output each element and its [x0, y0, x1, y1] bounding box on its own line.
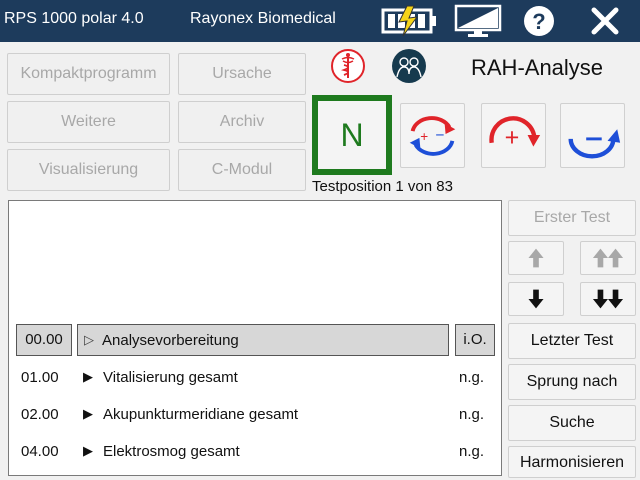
- battery-charging-icon[interactable]: [381, 4, 439, 38]
- polarity-alternating-button[interactable]: + −: [400, 103, 465, 168]
- play-icon: ▶: [83, 406, 93, 421]
- n-label: N: [340, 117, 364, 153]
- list-item[interactable]: 01.00 ▶ Vitalisierung gesamt n.g.: [9, 361, 503, 395]
- normal-test-button[interactable]: N: [312, 95, 392, 175]
- sprung-nach-button[interactable]: Sprung nach: [508, 364, 636, 400]
- down-button[interactable]: [508, 282, 564, 316]
- page-up-button[interactable]: [580, 241, 636, 275]
- polarity-alternating-icon: + −: [409, 116, 456, 156]
- polarity-minus-button[interactable]: [560, 103, 625, 168]
- app-title: RPS 1000 polar 4.0: [4, 10, 144, 27]
- test-position: Testposition 1 von 83: [312, 178, 453, 195]
- polarity-minus-icon: [568, 129, 621, 159]
- svg-text:−: −: [435, 127, 444, 144]
- double-arrow-down-icon: [592, 289, 624, 309]
- erster-test-button[interactable]: Erster Test: [508, 200, 636, 236]
- archiv-button[interactable]: Archiv: [178, 101, 306, 143]
- ursache-button[interactable]: Ursache: [178, 53, 306, 95]
- list-item[interactable]: 02.00 ▶ Akupunkturmeridiane gesamt n.g.: [9, 398, 503, 432]
- people-icon[interactable]: [391, 48, 427, 84]
- list-item[interactable]: 04.00 ▶ Elektrosmog gesamt n.g.: [9, 435, 503, 469]
- help-icon[interactable]: ?: [522, 4, 556, 38]
- row-code-selected[interactable]: 00.00: [16, 324, 72, 356]
- double-arrow-up-icon: [592, 248, 624, 268]
- kompaktprogramm-button[interactable]: Kompaktprogramm: [7, 53, 170, 95]
- harmonisieren-button[interactable]: Harmonisieren: [508, 446, 636, 478]
- letzter-test-button[interactable]: Letzter Test: [508, 323, 636, 359]
- play-outline-icon: ▷: [84, 332, 94, 347]
- row-label-selected[interactable]: ▷ Analysevorbereitung: [77, 324, 449, 356]
- suche-button[interactable]: Suche: [508, 405, 636, 441]
- monitor-icon[interactable]: [454, 4, 502, 38]
- weitere-button[interactable]: Weitere: [7, 101, 170, 143]
- close-icon[interactable]: [588, 4, 622, 38]
- arrow-up-icon: [528, 248, 544, 268]
- polarity-plus-button[interactable]: +: [481, 103, 546, 168]
- play-icon: ▶: [83, 369, 93, 384]
- row-status-selected[interactable]: i.O.: [455, 324, 495, 356]
- page-title: RAH-Analyse: [471, 55, 604, 80]
- up-button[interactable]: [508, 241, 564, 275]
- svg-text:+: +: [420, 129, 428, 144]
- caduceus-icon[interactable]: [330, 48, 366, 84]
- company-name: Rayonex Biomedical: [190, 10, 336, 27]
- title-bar: RPS 1000 polar 4.0 Rayonex Biomedical ?: [0, 0, 640, 42]
- visualisierung-button[interactable]: Visualisierung: [7, 149, 170, 191]
- svg-text:?: ?: [532, 9, 545, 34]
- polarity-plus-icon: +: [489, 116, 541, 152]
- page-down-button[interactable]: [580, 282, 636, 316]
- c-modul-button[interactable]: C-Modul: [178, 149, 306, 191]
- arrow-down-icon: [528, 289, 544, 309]
- test-list-panel: 00.00 ▷ Analysevorbereitung i.O. 01.00 ▶…: [8, 200, 502, 476]
- svg-text:+: +: [505, 124, 520, 152]
- play-icon: ▶: [83, 443, 93, 458]
